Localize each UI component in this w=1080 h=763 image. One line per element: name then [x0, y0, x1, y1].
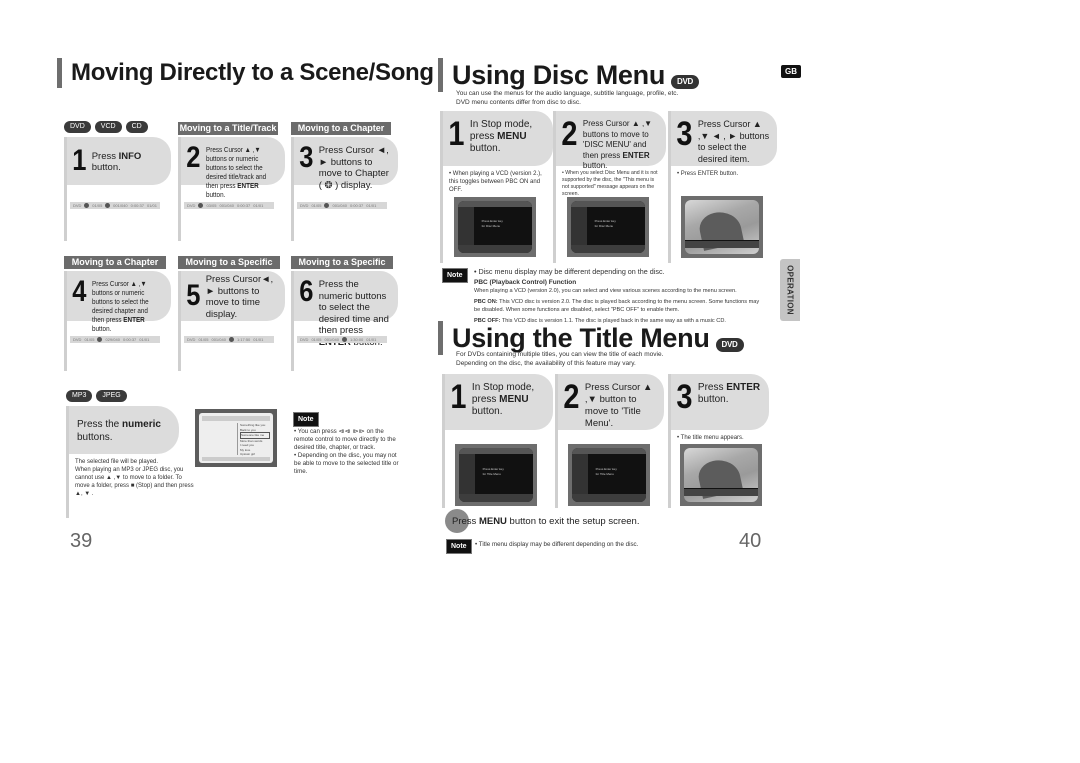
- page-number-right: 40: [739, 530, 762, 552]
- step-bullet: • The title menu appears.: [677, 435, 744, 441]
- step-text: Press Cursor ▲ ,▼ buttons or numeric but…: [91, 279, 149, 333]
- left-section-title: Moving Directly to a Scene/Song: [57, 58, 434, 88]
- step-5-panel: 5 Press Cursor◄, ► buttons to move to ti…: [178, 271, 285, 371]
- disc-type-badges: DVD VCD CD: [64, 121, 148, 133]
- header-specific-time: Moving to a Specific Time: [178, 256, 280, 280]
- step-text: Press Cursor ▲ ,▼ ◄ , ► buttons to selec…: [697, 119, 770, 164]
- step-number: 3: [299, 141, 314, 174]
- osd-info-bar: DVD 01/05 001/040 0:00:37 01/01: [70, 202, 160, 209]
- step-1-panel: 1 Press INFO button.: [64, 137, 171, 241]
- step-text: In Stop mode, press MENU button.: [471, 382, 535, 417]
- step-text: Press ENTER button.: [697, 382, 761, 405]
- exit-instruction: Press MENU button to exit the setup scre…: [452, 516, 640, 527]
- mp3-jpeg-badges: MP3 JPEG: [66, 390, 127, 402]
- step-number: 3: [676, 378, 693, 416]
- header-chapter: Moving to a Chapter: [291, 122, 391, 135]
- note-label: Note: [293, 412, 319, 427]
- page-number-left: 39: [70, 530, 93, 552]
- title-menu-note: • Title menu display may be different de…: [475, 541, 639, 548]
- step-4-panel: 4 Press Cursor ▲ ,▼ buttons or numeric b…: [64, 271, 171, 371]
- dvd-badge: DVD: [715, 337, 744, 352]
- step-number: 5: [186, 279, 201, 312]
- title-accent-bar: [57, 58, 62, 88]
- osd-info-bar: DVD 01/05 001/040 1:17:50 01/01: [184, 336, 274, 343]
- step-bullet: • When you select Disc Menu and it is no…: [562, 170, 658, 197]
- header-title-track: Moving to a Title/Track: [178, 122, 278, 135]
- osd-info-bar: DVD 01/05 029/040 0:00:37 01/01: [70, 336, 160, 343]
- title-accent-bar: [438, 321, 443, 355]
- osd-info-bar: DVD 01/05 001/040 1:30:00 01/01: [297, 336, 387, 343]
- step-6-panel: 6 Press the numeric buttons to select th…: [291, 271, 398, 371]
- step-number: 2: [561, 115, 578, 153]
- step-text: Press Cursor ▲ ,▼ buttons or numeric but…: [205, 145, 266, 199]
- header-chapter-2: Moving to a Chapter: [64, 256, 166, 269]
- disc-menu-screen-2: Press Enter key for Disc Menu: [567, 197, 649, 257]
- header-specific-time-2: Moving to a Specific Time: [291, 256, 393, 280]
- disc-menu-note: • Disc menu display may be different dep…: [474, 267, 760, 324]
- mp3-bullets: The selected file will be played. When p…: [75, 459, 194, 497]
- step-number: 2: [186, 141, 201, 174]
- disc-menu-intro: You can use the menus for the audio lang…: [456, 90, 679, 106]
- disc-menu-screen-1: Press Enter key for Disc Menu: [454, 197, 536, 257]
- step-text: Press Cursor ▲ ,▼ buttons to move to 'DI…: [582, 119, 653, 170]
- disc-menu-title: Using Disc Menu DVD: [438, 58, 700, 92]
- language-badge: GB: [781, 65, 801, 78]
- title-accent-bar: [438, 58, 443, 92]
- step-text: Press INFO button.: [91, 150, 142, 174]
- dolphin-screen: [681, 196, 763, 258]
- title-menu-screen-2: Press Enter key for Title Menu: [568, 444, 650, 506]
- badge-dvd: DVD: [64, 121, 91, 133]
- step-number: 6: [299, 275, 314, 308]
- step-number: 1: [448, 115, 465, 153]
- osd-info-bar: DVD 03/05 001/040 0:00:37 01/01: [184, 202, 274, 209]
- step-text: Press Cursor ◄, ► buttons to move to Cha…: [318, 145, 389, 191]
- title-menu-screen-1: Press Enter key for Title Menu: [455, 444, 537, 506]
- title-menu-intro: For DVDs containing multiple titles, you…: [456, 351, 664, 367]
- step-number: 2: [563, 378, 580, 416]
- title-menu-dolphin-screen: [680, 444, 762, 506]
- badge-jpeg: JPEG: [96, 390, 127, 402]
- step-bullet: • When playing a VCD (version 2.), this …: [449, 171, 542, 193]
- badge-cd: CD: [125, 121, 148, 133]
- note-label: Note: [446, 539, 472, 554]
- dvd-badge: DVD: [671, 74, 700, 89]
- step-text: Press Cursor◄, ► buttons to move to time…: [205, 274, 274, 320]
- osd-info-bar: DVD 01/05 001/040 0:00:37 01/01: [297, 202, 387, 209]
- step-number: 4: [72, 275, 87, 308]
- note-bullets: • You can press ⧏⧏ ⧐⧐ on the remote cont…: [294, 428, 399, 475]
- step-text: Press Cursor ▲ ,▼ button to move to 'Tit…: [584, 382, 653, 429]
- step-number: 1: [72, 144, 87, 177]
- mp3-step-panel: Press the numeric buttons. The selected …: [66, 406, 194, 518]
- mp3-browser-screen: Something like you Back to you Someone l…: [195, 409, 277, 467]
- note-label: Note: [442, 268, 468, 283]
- step-text: Press the numeric buttons.: [77, 419, 161, 443]
- badge-vcd: VCD: [94, 121, 122, 133]
- operation-side-tab: OPERATION: [780, 259, 800, 321]
- step-bullet: • Press ENTER button.: [677, 171, 739, 177]
- step-3-panel: 3 Press Cursor ◄, ► buttons to move to C…: [291, 137, 398, 241]
- step-2-panel: 2 Press Cursor ▲ ,▼ buttons or numeric b…: [178, 137, 285, 241]
- step-text: In Stop mode, press MENU button.: [469, 119, 533, 154]
- step-number: 1: [450, 378, 467, 416]
- step-number: 3: [676, 115, 693, 153]
- badge-mp3: MP3: [66, 390, 93, 402]
